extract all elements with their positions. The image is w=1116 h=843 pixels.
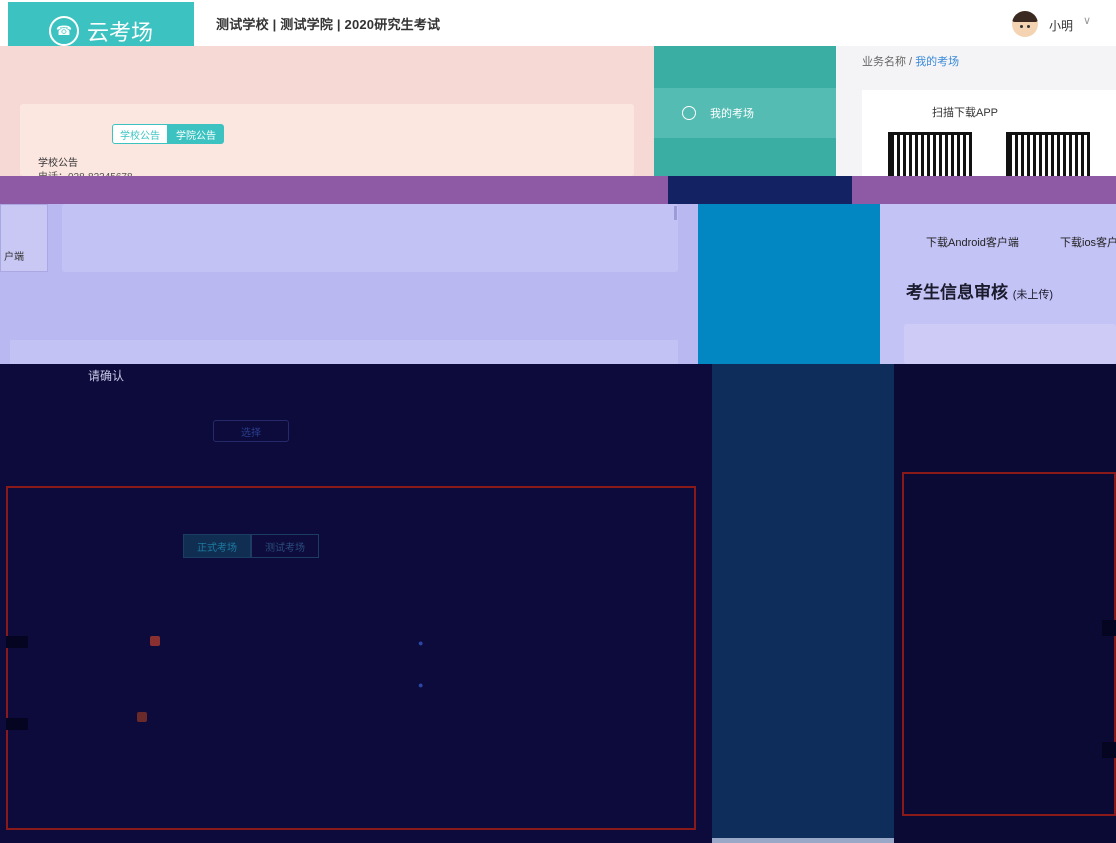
notice-title: 学校公告	[38, 158, 78, 169]
breadcrumb: 业务名称 / 我的考场	[862, 53, 959, 69]
user-name[interactable]: 小明	[1049, 17, 1073, 34]
sidebar-item-my-exam[interactable]: 我的考场	[654, 88, 836, 138]
app-download-title: 扫描下载APP	[932, 107, 999, 119]
person-icon	[682, 106, 696, 120]
glitch-band	[0, 176, 668, 204]
bottom-strip	[712, 838, 894, 843]
download-ios-link[interactable]: 下载ios客户端	[1060, 234, 1116, 250]
exam-row-icon	[137, 712, 147, 722]
sidebar-bottom	[712, 364, 894, 839]
logo-text: 云考场	[86, 20, 153, 45]
sidebar-item-label: 我的考场	[710, 108, 754, 120]
sidebar-lower	[698, 204, 880, 364]
glitch-strip	[668, 176, 852, 204]
left-qr-label: 户端	[4, 252, 24, 263]
review-card	[904, 324, 1116, 364]
cloud-exam-logo-icon: ☎	[48, 16, 79, 46]
panel-edge-mark	[1102, 742, 1116, 758]
exam-status-dot-icon: ●	[418, 638, 424, 648]
review-title: 考生信息审核 (未上传)	[906, 278, 1053, 303]
exam-title: 测试学校 | 测试学院 | 2020研究生考试	[216, 17, 441, 32]
review-status: (未上传)	[1012, 289, 1054, 301]
exam-list-panel	[6, 486, 696, 830]
tab-test-exam[interactable]: 测试考场	[251, 534, 319, 558]
download-android-link[interactable]: 下载Android客户端	[926, 234, 1019, 250]
content-card	[62, 204, 678, 272]
panel-edge-mark	[6, 718, 28, 730]
review-info-panel	[902, 472, 1116, 816]
panel-edge-mark	[1102, 620, 1116, 636]
tab-formal-exam[interactable]: 正式考场	[183, 534, 251, 558]
tab-college-notice[interactable]: 学院公告	[168, 124, 224, 144]
exam-row-icon	[150, 636, 160, 646]
breadcrumb-root[interactable]: 业务名称 /	[862, 56, 912, 68]
breadcrumb-current: 我的考场	[915, 56, 960, 68]
glitch-band-right	[852, 176, 1116, 204]
panel-edge-mark	[6, 636, 28, 648]
exam-status-dot-icon: ●	[418, 680, 424, 690]
exam-card-header	[10, 340, 678, 364]
exam-hint: 请确认	[88, 369, 125, 383]
chevron-down-icon[interactable]: ∨	[1083, 14, 1091, 27]
scrollbar-thumb[interactable]	[674, 206, 677, 220]
select-button[interactable]: 选择	[213, 420, 289, 442]
avatar[interactable]	[1012, 11, 1038, 37]
tab-school-notice[interactable]: 学校公告	[112, 124, 168, 144]
review-title-text: 考生信息审核	[906, 283, 1008, 302]
